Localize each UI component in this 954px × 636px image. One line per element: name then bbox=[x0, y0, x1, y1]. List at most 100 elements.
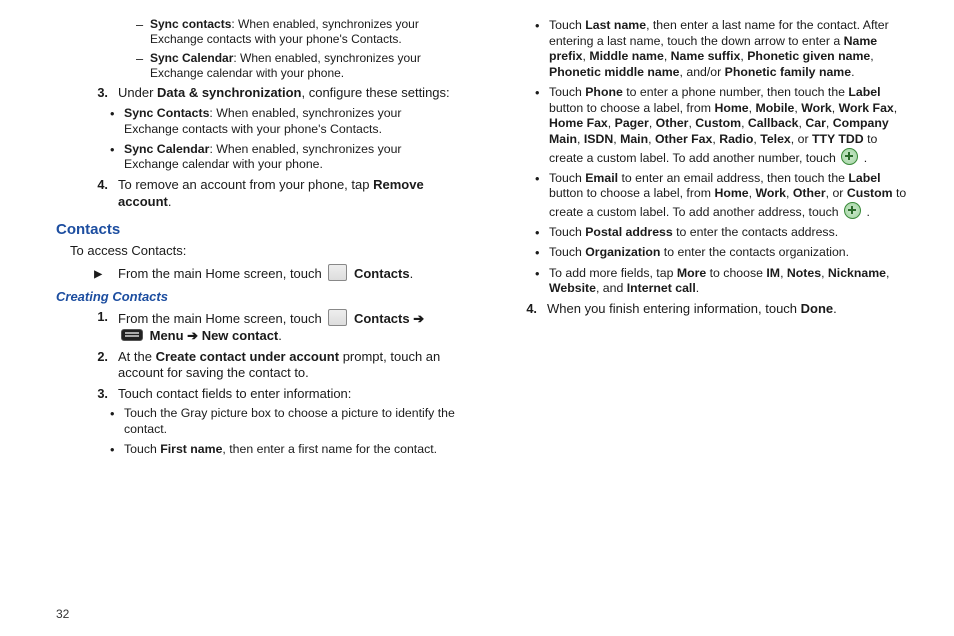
page-number: 32 bbox=[56, 607, 69, 622]
label: Name suffix bbox=[671, 49, 741, 63]
bullet-icon bbox=[535, 266, 549, 297]
bullet-icon bbox=[535, 85, 549, 167]
step-body: From the main Home screen, touch Contact… bbox=[118, 309, 457, 344]
label: Label bbox=[848, 85, 880, 99]
text: to enter the contacts organization. bbox=[660, 245, 849, 259]
right-column: Touch Last name, then enter a last name … bbox=[513, 14, 914, 462]
text: . bbox=[851, 65, 854, 79]
text: , and/or bbox=[680, 65, 725, 79]
bullet-item: Touch Organization to enter the contacts… bbox=[535, 245, 914, 261]
dash-text: Sync contacts: When enabled, synchronize… bbox=[150, 17, 457, 48]
text: button to choose a label, from bbox=[549, 186, 714, 200]
dash-icon bbox=[136, 51, 150, 82]
bullet-item: Touch Last name, then enter a last name … bbox=[535, 18, 914, 81]
step-3b: 3. Touch contact fields to enter informa… bbox=[80, 386, 457, 403]
text: . bbox=[168, 194, 172, 209]
step-3: 3. Under Data & synchronization, configu… bbox=[80, 85, 457, 102]
text: . bbox=[696, 281, 699, 295]
text: Touch bbox=[549, 85, 585, 99]
step-4: 4. To remove an account from your phone,… bbox=[80, 177, 457, 210]
plus-icon bbox=[844, 202, 861, 219]
bullet-body: Touch Last name, then enter a last name … bbox=[549, 18, 914, 81]
bullet-body: Touch Phone to enter a phone number, the… bbox=[549, 85, 914, 167]
label: Label bbox=[848, 171, 880, 185]
label: More bbox=[677, 266, 706, 280]
text: Touch bbox=[549, 225, 585, 239]
text: , bbox=[664, 49, 671, 63]
pointer-icon: ▶ bbox=[80, 264, 118, 283]
label: Organization bbox=[585, 245, 660, 259]
text: From the main Home screen, touch bbox=[118, 311, 325, 326]
bullet-item: Sync Contacts: When enabled, synchronize… bbox=[110, 106, 457, 137]
label: Last name bbox=[585, 18, 646, 32]
menu-icon bbox=[121, 329, 143, 341]
text: . bbox=[833, 301, 837, 316]
label: Phonetic given name bbox=[747, 49, 870, 63]
bullet-body: Sync Calendar: When enabled, synchronize… bbox=[124, 142, 457, 173]
bullet-icon bbox=[110, 106, 124, 137]
bullet-body: Touch Postal address to enter the contac… bbox=[549, 225, 914, 241]
label: Contacts bbox=[350, 266, 409, 281]
step-number: 1. bbox=[80, 309, 118, 344]
text: From the main Home screen, touch bbox=[118, 266, 325, 281]
bullet-icon bbox=[535, 18, 549, 81]
bullet-body: Touch the Gray picture box to choose a p… bbox=[124, 406, 457, 437]
text: Touch bbox=[124, 442, 160, 456]
step-1: 1. From the main Home screen, touch Cont… bbox=[80, 309, 457, 344]
bullet-item: Touch Phone to enter a phone number, the… bbox=[535, 85, 914, 167]
step-body: Under Data & synchronization, configure … bbox=[118, 85, 457, 102]
step-body: When you finish entering information, to… bbox=[547, 301, 914, 318]
bullet-item: To add more fields, tap More to choose I… bbox=[535, 266, 914, 297]
text: , then enter a first name for the contac… bbox=[222, 442, 437, 456]
text: to enter an email address, then touch th… bbox=[618, 171, 848, 185]
bullet-icon bbox=[535, 225, 549, 241]
label: Phonetic middle name bbox=[549, 65, 680, 79]
text: , or bbox=[826, 186, 847, 200]
label: Contacts bbox=[350, 311, 413, 326]
label: Phone bbox=[585, 85, 623, 99]
label: Postal address bbox=[585, 225, 672, 239]
text: . bbox=[410, 266, 414, 281]
bullet-icon bbox=[535, 171, 549, 221]
bullet-body: Touch Organization to enter the contacts… bbox=[549, 245, 914, 261]
label: Sync Calendar bbox=[150, 51, 233, 65]
label: TTY TDD bbox=[812, 132, 864, 146]
text: to enter a phone number, then touch the bbox=[623, 85, 849, 99]
bullet-icon bbox=[110, 406, 124, 437]
bullet-icon bbox=[110, 442, 124, 458]
text: At the bbox=[118, 349, 156, 364]
label: Create contact under account bbox=[156, 349, 340, 364]
step-2: 2. At the Create contact under account p… bbox=[80, 349, 457, 382]
text: Touch bbox=[549, 245, 585, 259]
text: , bbox=[870, 49, 873, 63]
bullet-body: Touch Email to enter an email address, t… bbox=[549, 171, 914, 221]
label: Done bbox=[801, 301, 834, 316]
bullet-body: Touch First name, then enter a first nam… bbox=[124, 442, 457, 458]
left-column: Sync contacts: When enabled, synchronize… bbox=[56, 14, 457, 462]
text: Under bbox=[118, 85, 157, 100]
label: Sync Contacts bbox=[124, 106, 209, 120]
bullet-item: Sync Calendar: When enabled, synchronize… bbox=[110, 142, 457, 173]
text: . bbox=[863, 205, 870, 219]
dash-text: Sync Calendar: When enabled, synchronize… bbox=[150, 51, 457, 82]
text: To add more fields, tap bbox=[549, 266, 677, 280]
bullet-item: Touch Email to enter an email address, t… bbox=[535, 171, 914, 221]
step-body: From the main Home screen, touch Contact… bbox=[118, 264, 457, 283]
step-body: To remove an account from your phone, ta… bbox=[118, 177, 457, 210]
text: to choose bbox=[706, 266, 766, 280]
step-body: At the Create contact under account prom… bbox=[118, 349, 457, 382]
step-number: 4. bbox=[80, 177, 118, 210]
bullet-item: Touch the Gray picture box to choose a p… bbox=[110, 406, 457, 437]
text: , or bbox=[791, 132, 812, 146]
label: Menu bbox=[146, 328, 187, 343]
pointer-step: ▶ From the main Home screen, touch Conta… bbox=[80, 264, 457, 283]
text: button to choose a label, from bbox=[549, 101, 714, 115]
text: . bbox=[860, 151, 867, 165]
step-number: 3. bbox=[80, 386, 118, 403]
arrow-icon: ➔ bbox=[187, 328, 198, 343]
bullet-icon bbox=[110, 142, 124, 173]
contacts-icon bbox=[328, 264, 347, 281]
label: Email bbox=[585, 171, 618, 185]
bullet-icon bbox=[535, 245, 549, 261]
contacts-icon bbox=[328, 309, 347, 326]
